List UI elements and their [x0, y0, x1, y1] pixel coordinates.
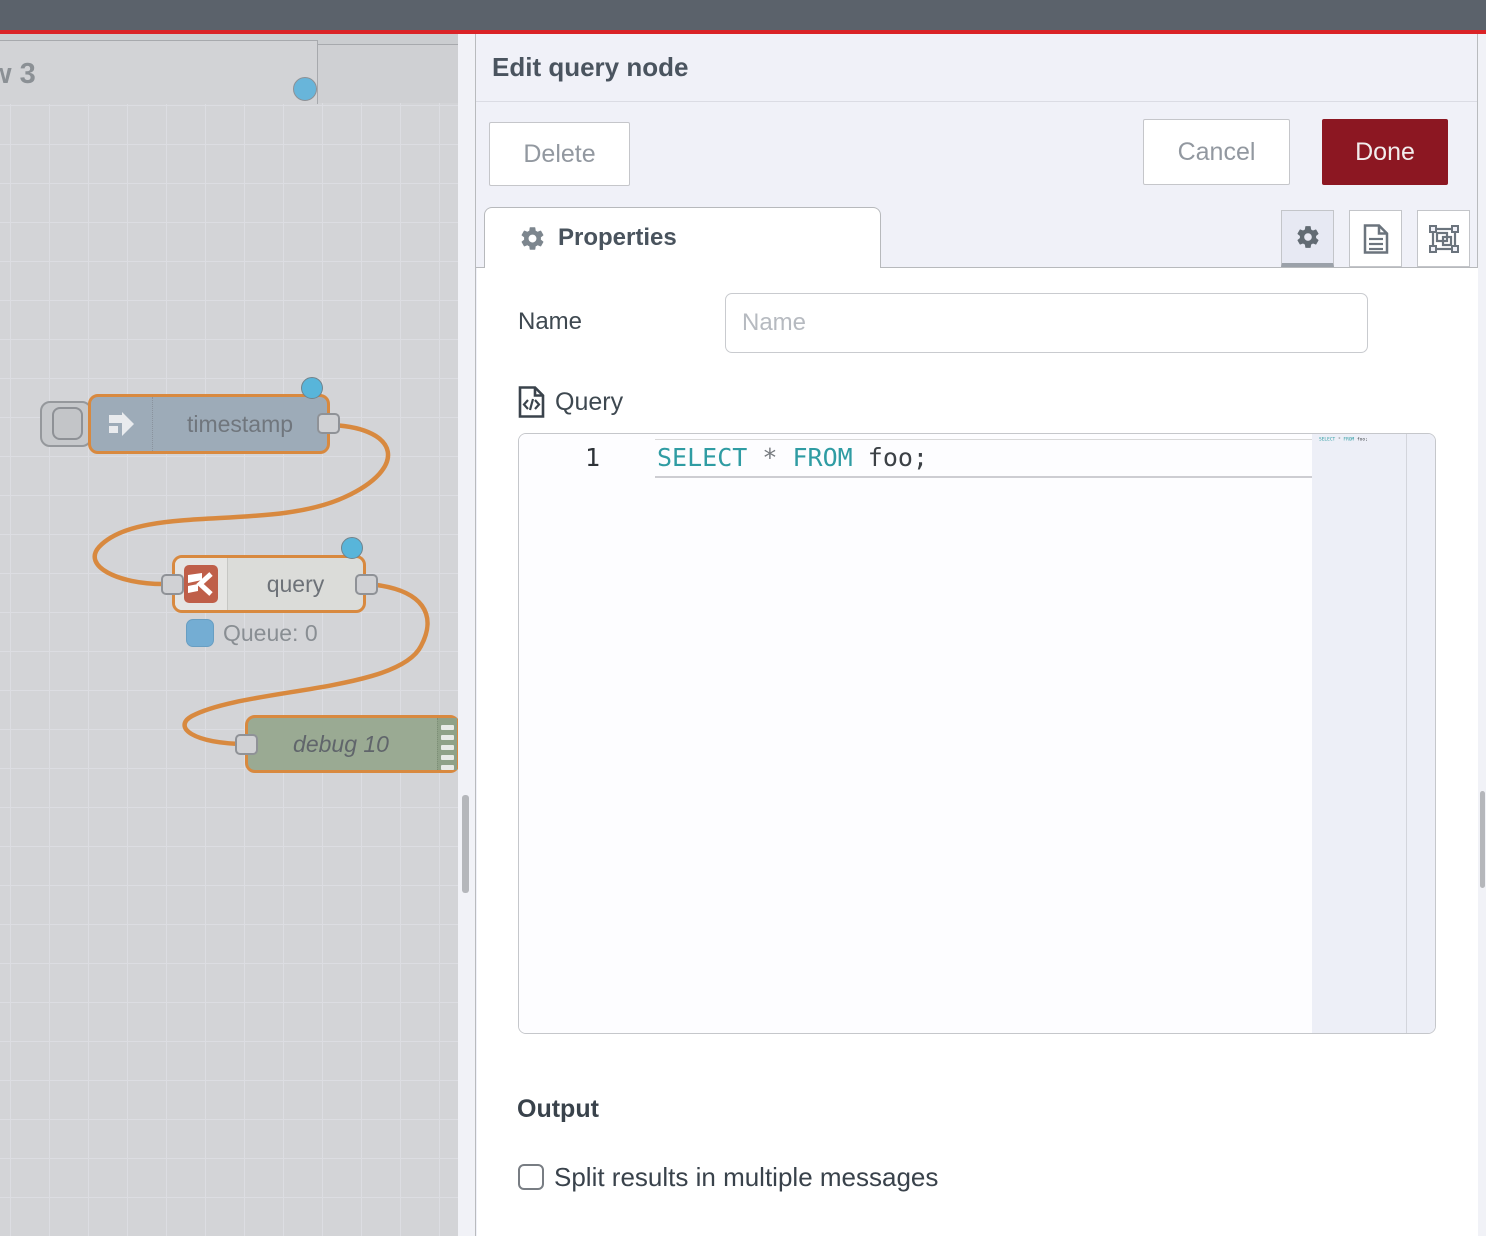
node-debug-label: debug 10	[248, 718, 434, 770]
node-query-label: query	[228, 558, 363, 610]
query-changed-dot	[341, 537, 363, 559]
wires-layer	[0, 0, 458, 1236]
name-label: Name	[518, 308, 582, 336]
done-button[interactable]: Done	[1322, 119, 1448, 185]
mysql-icon	[184, 565, 218, 603]
timestamp-output-port[interactable]	[317, 413, 340, 434]
workspace-scrollbar-thumb[interactable]	[462, 795, 469, 893]
debug-icon-bar	[441, 755, 454, 760]
workspace-scrollbar-track[interactable]	[458, 34, 475, 1236]
gear-icon	[1295, 224, 1321, 250]
file-code-icon	[518, 386, 545, 418]
query-label: Query	[555, 388, 623, 417]
delete-button[interactable]: Delete	[489, 122, 630, 186]
flow-workspace: w 3 timestamp	[0, 0, 458, 1236]
debug-icon-bar	[441, 725, 454, 730]
debug-icon-bar	[441, 735, 454, 740]
dialog-title: Edit query node	[492, 52, 688, 83]
editor-line-number: 1	[585, 443, 600, 472]
tab-properties-label: Properties	[558, 224, 677, 252]
sql-code-editor[interactable]: 1 SELECT * FROM foo; SELECT * FROM foo;	[518, 433, 1436, 1034]
sql-keyword: FROM	[793, 443, 853, 472]
edit-node-dialog: Edit query node Delete Cancel Done Prope…	[475, 34, 1478, 1236]
timestamp-changed-dot	[301, 377, 323, 399]
node-timestamp-label: timestamp	[153, 397, 327, 451]
node-red-app: w 3 timestamp	[0, 0, 1486, 1236]
document-icon	[1363, 224, 1389, 254]
tab-properties[interactable]: Properties	[484, 207, 881, 268]
inject-arrow-icon	[109, 412, 135, 436]
query-output-port[interactable]	[355, 574, 378, 595]
gear-icon	[519, 225, 546, 252]
sql-keyword: SELECT	[657, 443, 747, 472]
debug-icon-bar	[441, 745, 454, 750]
object-group-icon	[1429, 225, 1459, 253]
editor-code-line[interactable]: SELECT * FROM foo;	[657, 443, 928, 472]
inject-icon-region	[91, 397, 153, 451]
debug-icon-bar	[441, 765, 454, 770]
editor-gutter: 1	[519, 434, 649, 1033]
sql-operator: *	[762, 443, 777, 472]
appearance-tab-button[interactable]	[1417, 210, 1470, 267]
output-section-label: Output	[517, 1095, 599, 1124]
minimap-code-line: SELECT * FROM foo;	[1319, 437, 1368, 442]
inject-button[interactable]	[40, 401, 92, 447]
split-results-label: Split results in multiple messages	[554, 1162, 938, 1193]
inject-button-inner	[52, 407, 83, 440]
debug-icon-region	[437, 718, 457, 770]
description-tab-button[interactable]	[1349, 210, 1402, 267]
query-input-port[interactable]	[161, 574, 184, 595]
debug-input-port[interactable]	[235, 734, 258, 755]
node-timestamp[interactable]: timestamp	[88, 394, 330, 454]
dialog-header: Edit query node	[476, 34, 1477, 102]
node-query[interactable]: query	[172, 555, 366, 613]
properties-tab-button[interactable]	[1281, 210, 1334, 267]
query-status-dot	[186, 619, 214, 647]
query-status-text: Queue: 0	[223, 620, 318, 647]
window-scrollbar-track[interactable]	[1478, 34, 1486, 1236]
window-scrollbar-thumb[interactable]	[1480, 791, 1485, 888]
split-results-checkbox[interactable]	[518, 1164, 544, 1190]
editor-minimap[interactable]: SELECT * FROM foo;	[1312, 434, 1406, 1034]
name-input[interactable]	[725, 293, 1368, 353]
sql-identifier: foo;	[868, 443, 928, 472]
cancel-button[interactable]: Cancel	[1143, 119, 1290, 185]
properties-form: Name Query 1 SELECT * FROM foo;	[477, 268, 1478, 1236]
editor-scrollbar-track[interactable]	[1406, 434, 1436, 1034]
node-debug[interactable]: debug 10	[245, 715, 458, 773]
query-field-label: Query	[518, 386, 623, 418]
